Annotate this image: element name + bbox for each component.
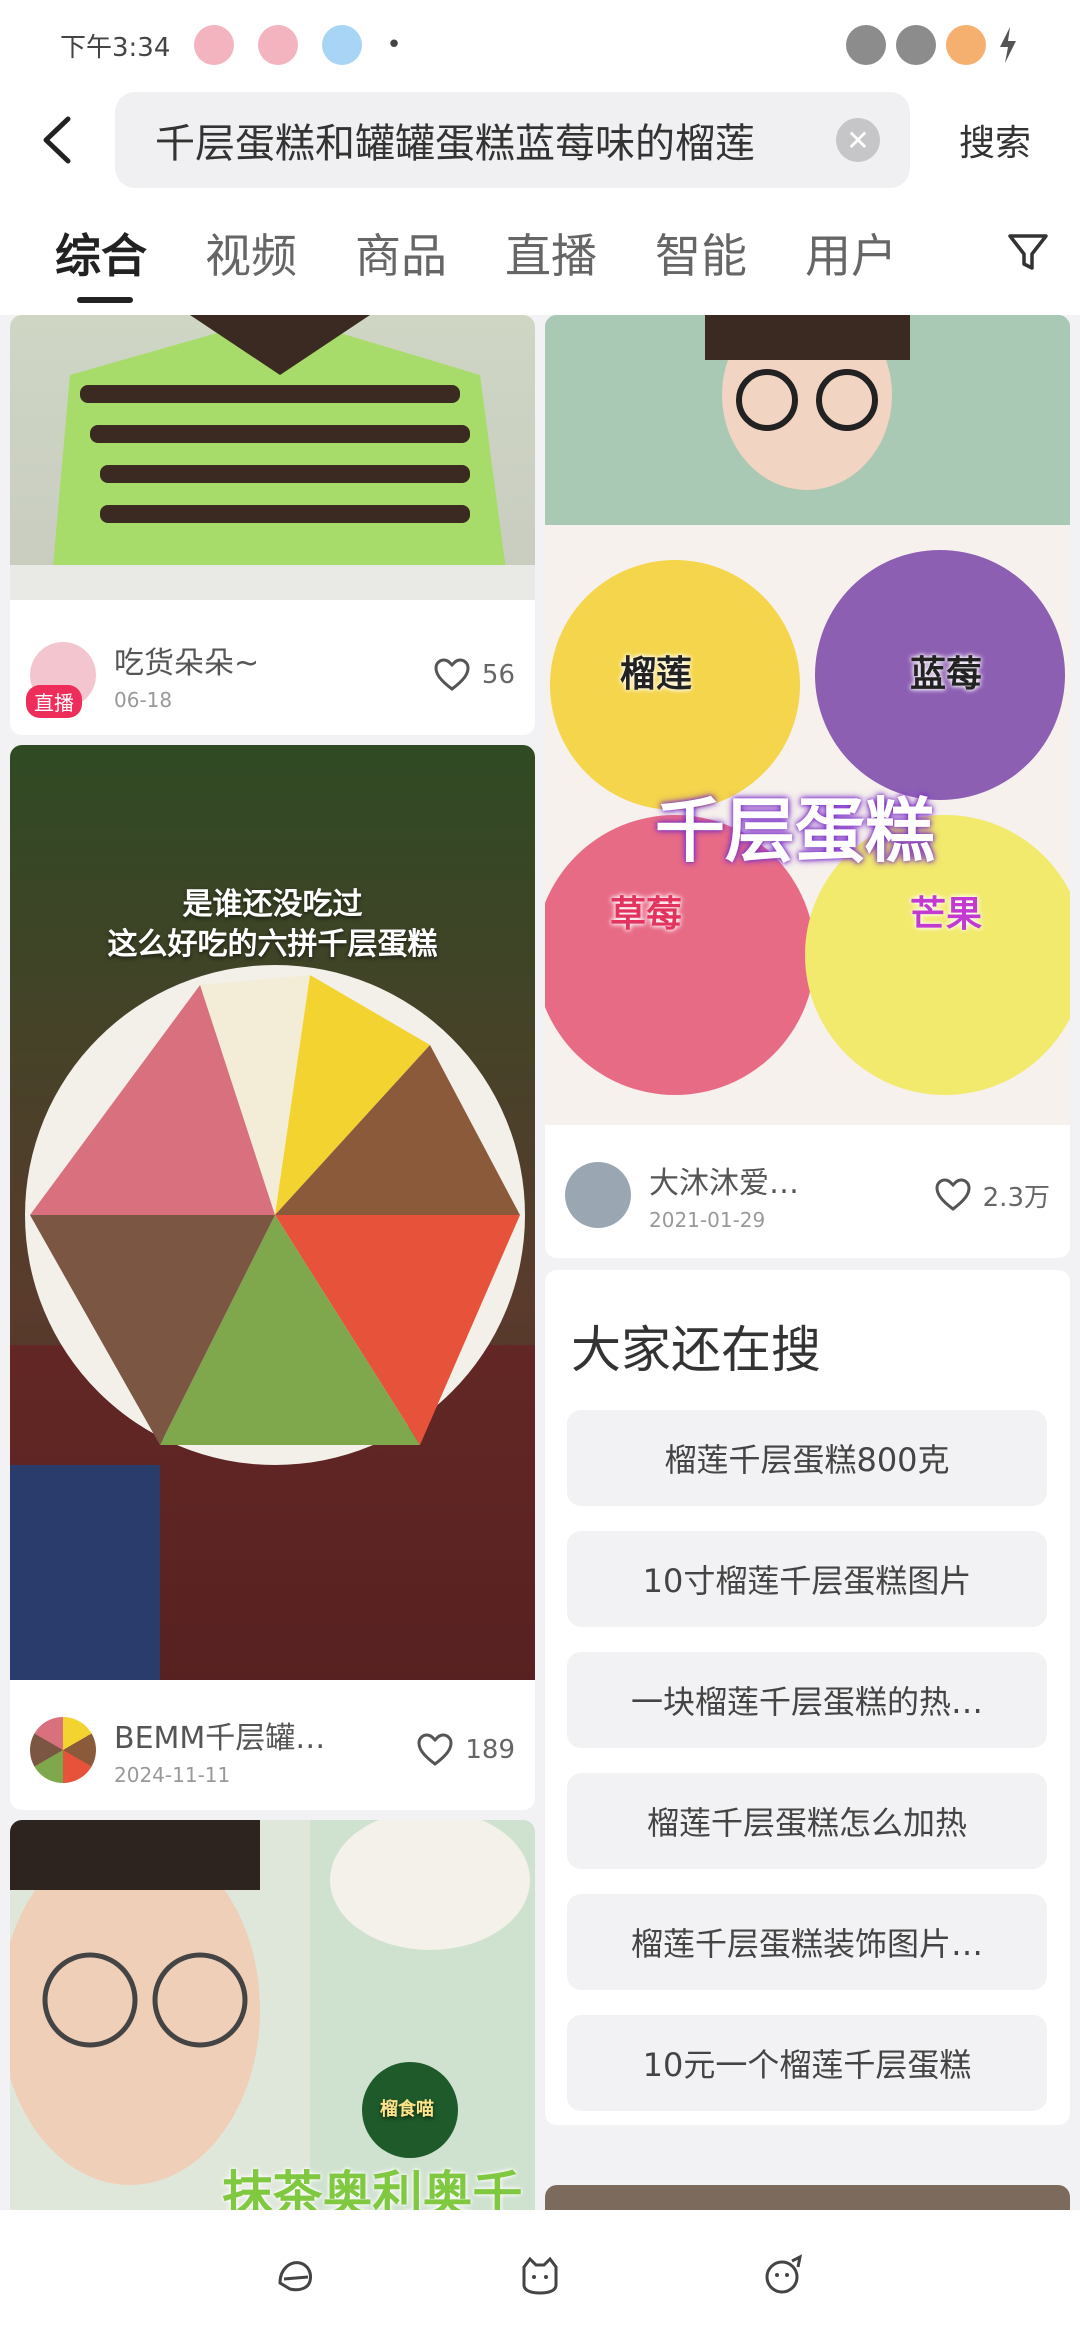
card-image: 榴食喵 抹茶奥利奥千层 [10, 1820, 535, 2210]
card-image: 是谁还没吃过 这么好吃的六拼千层蛋糕 [10, 745, 535, 1680]
status-time: 下午3:34 [60, 32, 171, 63]
related-search-chip[interactable]: 榴莲千层蛋糕怎么加热 [567, 1773, 1047, 1869]
heart-icon [417, 1733, 453, 1766]
post-date: 06-18 [114, 688, 173, 712]
result-card-matcha-oreo[interactable]: 榴食喵 抹茶奥利奥千层 [10, 1820, 535, 2210]
back-button[interactable] [0, 90, 115, 190]
notification-app-icon [322, 25, 363, 65]
result-card-six-flavor-cake[interactable]: 是谁还没吃过 这么好吃的六拼千层蛋糕 BEMM千层罐… 2024-11-11 1… [10, 745, 535, 1810]
charging-icon [1000, 27, 1016, 63]
flavor-label: 芒果 [910, 894, 983, 935]
cat-face-icon[interactable] [518, 2253, 562, 2297]
like-count: 2.3万 [982, 1182, 1050, 1213]
card-meta: 直播 吃货朵朵~ 06-18 56 [10, 630, 535, 720]
like-count: 189 [465, 1735, 515, 1765]
filter-icon[interactable] [1006, 230, 1050, 274]
author-name[interactable]: 吃货朵朵~ [114, 638, 434, 682]
profile-icon[interactable] [762, 2253, 806, 2297]
search-header: 千层蛋糕和罐罐蛋糕蓝莓味的榴莲 ✕ 搜索 [0, 90, 1080, 190]
cover-caption-line: 是谁还没吃过 [182, 887, 363, 922]
cover-caption-line: 这么好吃的六拼千层蛋糕 [107, 927, 438, 962]
related-search-chip[interactable]: 10元一个榴莲千层蛋糕 [567, 2015, 1047, 2111]
search-input[interactable]: 千层蛋糕和罐罐蛋糕蓝莓味的榴莲 ✕ [115, 92, 910, 188]
status-dot: • [386, 30, 402, 60]
tab-smart[interactable]: 智能 [655, 190, 747, 315]
card-image: 榴莲 蓝莓 草莓 芒果 千层蛋糕 [545, 315, 1070, 1125]
tab-video[interactable]: 视频 [205, 190, 297, 315]
search-button[interactable]: 搜索 [910, 114, 1080, 166]
post-date: 2024-11-11 [114, 1763, 231, 1787]
heart-icon [935, 1178, 971, 1211]
status-bar: 下午3:34 • [0, 0, 1080, 90]
flavor-label: 蓝莓 [910, 654, 983, 695]
fish-sticker-icon [946, 25, 986, 65]
related-search-chip[interactable]: 10寸榴莲千层蛋糕图片 [567, 1531, 1047, 1627]
avatar[interactable] [30, 1717, 96, 1783]
live-badge: 直播 [26, 685, 82, 718]
cover-title: 千层蛋糕 [655, 790, 935, 872]
cat-sticker-icon [846, 25, 886, 65]
chevron-left-icon [43, 116, 70, 164]
card-meta: 大沐沐爱… 2021-01-29 2.3万 [545, 1145, 1070, 1245]
shop-badge: 榴食喵 [380, 2099, 434, 2120]
result-card-next[interactable] [545, 2185, 1070, 2210]
author-name[interactable]: BEMM千层罐… [114, 1713, 417, 1757]
cover-title: 抹茶奥利奥千层 [222, 2166, 523, 2210]
avatar[interactable] [565, 1162, 631, 1228]
notification-app-icon [258, 25, 299, 65]
related-searches-panel: 大家还在搜 榴莲千层蛋糕800克 10寸榴莲千层蛋糕图片 一块榴莲千层蛋糕的热…… [545, 1270, 1070, 2125]
post-date: 2021-01-29 [649, 1208, 766, 1232]
results-feed: 直播 吃货朵朵~ 06-18 56 榴莲 蓝莓 草莓 芒果 千层蛋糕 大沐沐爱…… [0, 315, 1080, 2210]
tab-comprehensive[interactable]: 综合 [55, 190, 147, 315]
tab-live[interactable]: 直播 [505, 190, 597, 315]
related-search-chip[interactable]: 榴莲千层蛋糕装饰图片… [567, 1894, 1047, 1990]
flavor-label: 草莓 [610, 894, 683, 935]
bottom-nav [0, 2210, 1080, 2340]
search-query-text: 千层蛋糕和罐罐蛋糕蓝莓味的榴莲 [155, 121, 755, 167]
notification-app-icon [194, 25, 235, 65]
flavor-label: 榴莲 [620, 654, 693, 695]
related-search-chip[interactable]: 榴莲千层蛋糕800克 [567, 1410, 1047, 1506]
related-searches-title: 大家还在搜 [571, 1321, 821, 1379]
like-button[interactable]: 56 [434, 658, 515, 692]
avatar[interactable]: 直播 [26, 642, 96, 718]
like-button[interactable]: 189 [417, 1733, 515, 1767]
like-count: 56 [481, 660, 515, 690]
like-button[interactable]: 2.3万 [935, 1177, 1050, 1214]
home-icon[interactable] [274, 2253, 318, 2297]
tab-users[interactable]: 用户 [805, 190, 897, 315]
clear-search-icon[interactable]: ✕ [836, 118, 880, 162]
heart-icon [434, 658, 470, 691]
result-card-flavor-cakes[interactable]: 榴莲 蓝莓 草莓 芒果 千层蛋糕 大沐沐爱… 2021-01-29 2.3万 [545, 315, 1070, 1258]
author-name[interactable]: 大沐沐爱… [649, 1158, 935, 1202]
card-meta: BEMM千层罐… 2024-11-11 189 [10, 1705, 535, 1795]
result-tabs: 综合 视频 商品 直播 智能 用户 [0, 190, 1080, 315]
tab-products[interactable]: 商品 [355, 190, 447, 315]
related-search-chip[interactable]: 一块榴莲千层蛋糕的热… [567, 1652, 1047, 1748]
cat-sticker-icon [896, 25, 936, 65]
card-image [10, 315, 535, 600]
result-card-green-cake[interactable]: 直播 吃货朵朵~ 06-18 56 [10, 315, 535, 735]
cover-caption: 是谁还没吃过 这么好吃的六拼千层蛋糕 [10, 885, 535, 965]
